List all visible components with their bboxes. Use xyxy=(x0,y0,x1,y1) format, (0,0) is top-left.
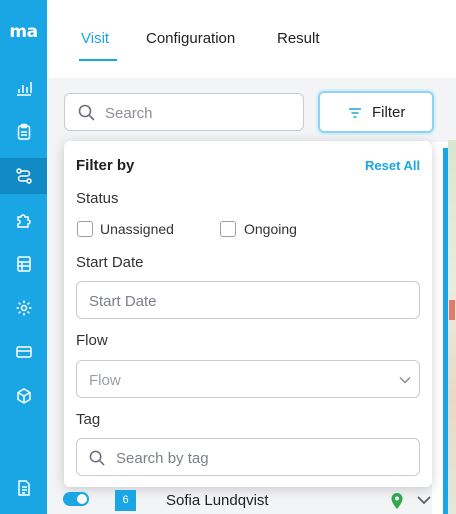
search-placeholder: Search xyxy=(105,105,153,122)
card-icon xyxy=(15,346,32,358)
bar-chart-icon xyxy=(16,82,32,96)
reset-all-link[interactable]: Reset All xyxy=(365,158,420,173)
sidebar-item-sheets[interactable] xyxy=(0,246,47,282)
sidebar-item-packages[interactable] xyxy=(0,378,47,414)
start-date-label: Start Date xyxy=(76,254,144,271)
tag-search-input[interactable]: Search by tag xyxy=(76,438,420,476)
chevron-down-icon[interactable] xyxy=(416,494,432,506)
tab-result[interactable]: Result xyxy=(277,30,320,47)
tag-placeholder: Search by tag xyxy=(116,450,209,467)
sidebar-item-plugins[interactable] xyxy=(0,202,47,238)
unassigned-label: Unassigned xyxy=(100,221,174,237)
start-date-placeholder: Start Date xyxy=(89,293,157,310)
search-icon xyxy=(78,104,95,121)
route-icon xyxy=(15,168,32,184)
sidebar-item-settings[interactable] xyxy=(0,290,47,326)
sidebar: ma xyxy=(0,0,47,514)
ongoing-checkbox[interactable] xyxy=(220,221,236,237)
sidebar-item-docs[interactable] xyxy=(0,470,47,506)
chevron-down-icon xyxy=(399,376,411,384)
sidebar-item-analytics[interactable] xyxy=(0,70,47,106)
row-name: Sofia Lundqvist xyxy=(166,492,269,509)
map-preview xyxy=(448,140,456,514)
sidebar-item-clipboard[interactable] xyxy=(0,114,47,150)
flow-select[interactable]: Flow xyxy=(76,360,420,398)
row-number-badge: 6 xyxy=(115,490,136,511)
status-label: Status xyxy=(76,190,119,207)
filter-button-label: Filter xyxy=(372,104,406,121)
search-input[interactable]: Search xyxy=(64,93,304,131)
sidebar-item-billing[interactable] xyxy=(0,334,47,370)
active-tab-indicator xyxy=(79,59,117,61)
list-scrollbar[interactable] xyxy=(443,148,448,514)
flow-placeholder: Flow xyxy=(89,372,121,389)
tag-label: Tag xyxy=(76,411,101,428)
puzzle-icon xyxy=(16,214,31,228)
filter-button[interactable]: Filter xyxy=(318,91,434,133)
tab-configuration[interactable]: Configuration xyxy=(146,30,235,47)
location-pin-icon xyxy=(391,493,403,509)
ongoing-label: Ongoing xyxy=(244,221,297,237)
document-icon xyxy=(17,480,30,496)
app-logo: ma xyxy=(9,22,38,42)
tab-visit[interactable]: Visit xyxy=(81,30,109,47)
box-icon xyxy=(16,388,31,404)
start-date-field[interactable]: Start Date xyxy=(76,281,420,319)
map-route-marker xyxy=(449,300,455,320)
gear-icon xyxy=(16,300,31,316)
sidebar-item-flows[interactable] xyxy=(0,158,47,194)
search-icon xyxy=(89,450,105,466)
row-enabled-toggle[interactable] xyxy=(63,492,89,506)
flow-label: Flow xyxy=(76,332,108,349)
clipboard-icon xyxy=(17,123,30,140)
sheet-icon xyxy=(16,256,31,272)
filter-title: Filter by xyxy=(76,157,135,174)
unassigned-checkbox[interactable] xyxy=(77,221,93,237)
filter-icon xyxy=(349,108,361,118)
